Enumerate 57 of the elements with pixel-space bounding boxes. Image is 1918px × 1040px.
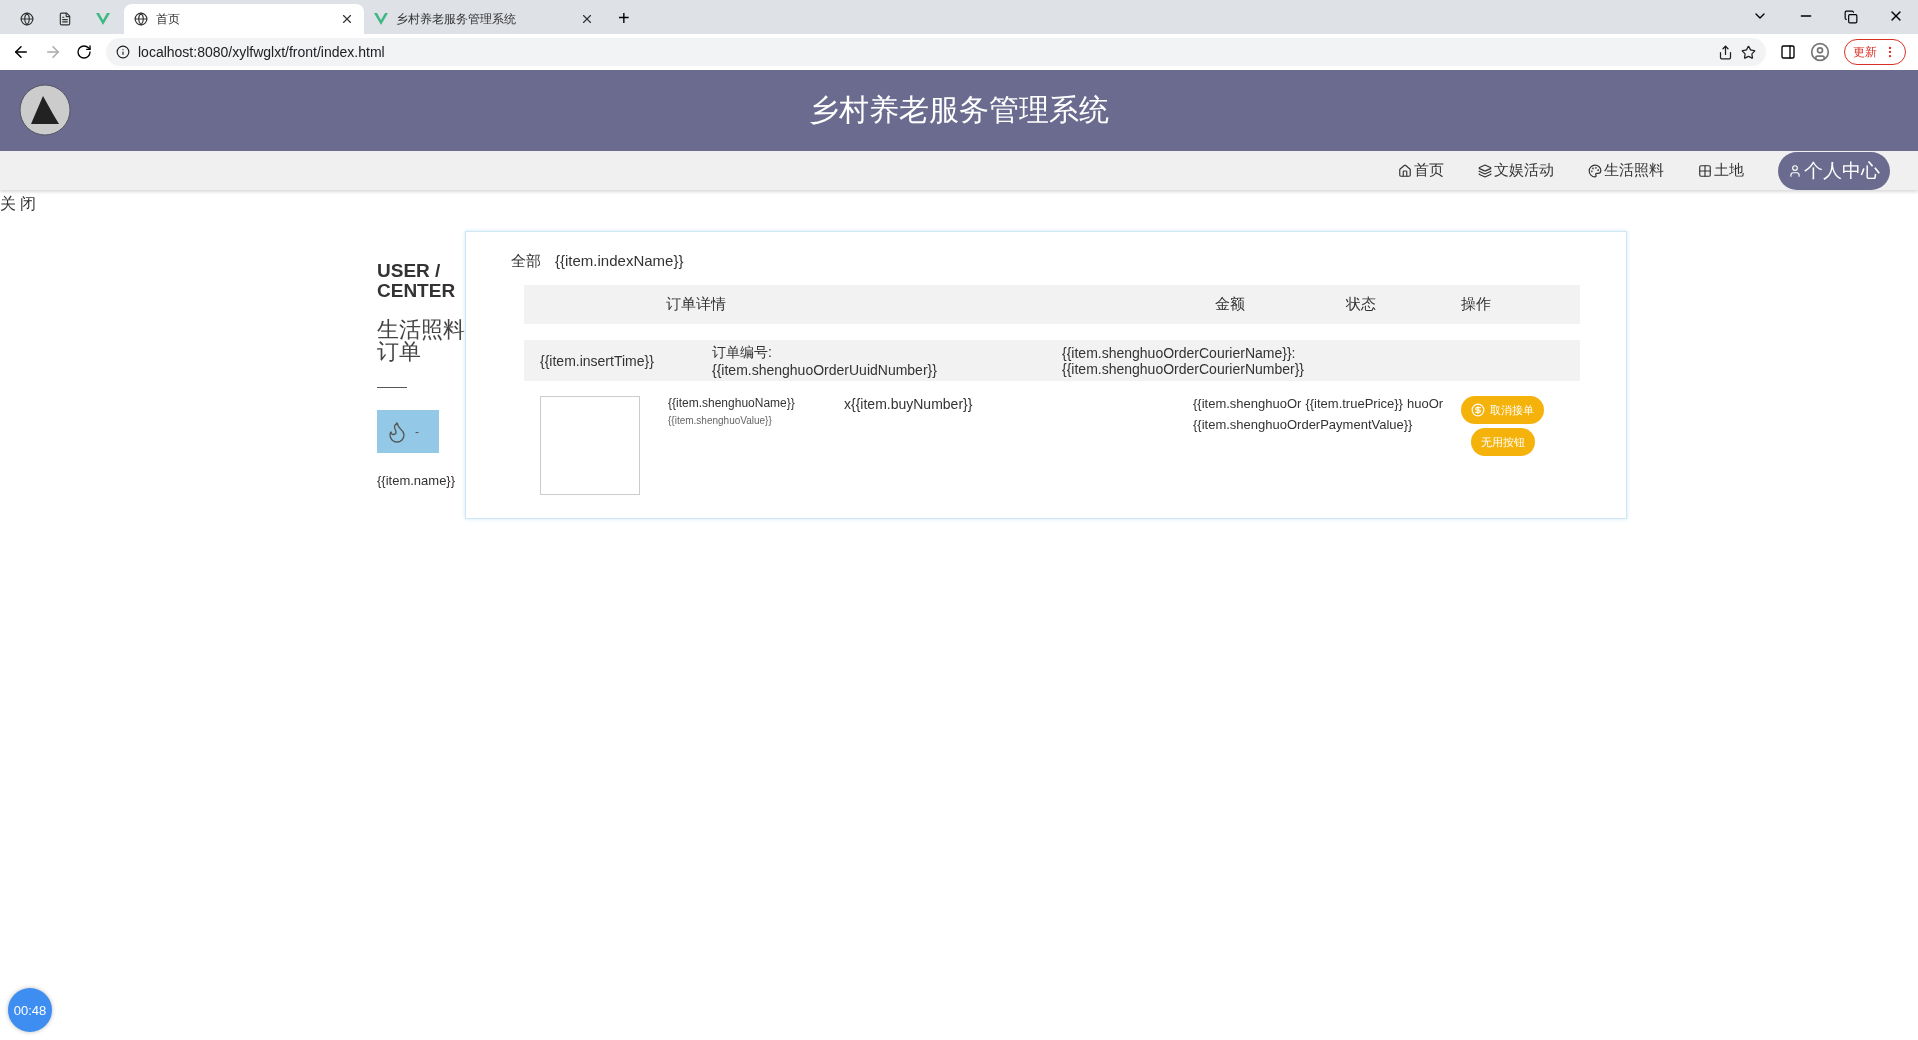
new-tab-button[interactable]: + bbox=[618, 7, 630, 30]
payment-value: {{item.shenghuoOrderPaymentValue}} bbox=[1193, 417, 1414, 432]
home-icon bbox=[1398, 163, 1412, 178]
product-name: {{item.shenghuoName}} bbox=[668, 396, 796, 410]
filter-tab[interactable]: {{item.indexName}} bbox=[555, 252, 684, 271]
site-title: 乡村养老服务管理系统 bbox=[809, 92, 1109, 128]
column-header: 金额 bbox=[1214, 295, 1246, 314]
layers-icon bbox=[1478, 163, 1492, 178]
order-number-label: 订单编号: bbox=[712, 343, 773, 362]
grid-icon bbox=[1698, 163, 1712, 178]
order-time: {{item.insertTime}} bbox=[540, 352, 655, 369]
reload-icon[interactable] bbox=[76, 44, 92, 60]
column-header: 操作 bbox=[1460, 295, 1492, 314]
v-logo-icon bbox=[374, 13, 388, 25]
close-link[interactable]: 关 闭 bbox=[0, 194, 37, 215]
profile-icon[interactable] bbox=[1810, 42, 1830, 62]
star-icon[interactable] bbox=[1741, 44, 1756, 60]
section-subtitle: 生活照料订单 bbox=[377, 319, 465, 363]
courier-number: {{item.shenghuoOrderCourierNumber}} bbox=[1062, 360, 1305, 377]
close-icon[interactable] bbox=[580, 12, 594, 26]
nav-link[interactable]: 首页 bbox=[1398, 161, 1444, 180]
info-icon[interactable] bbox=[116, 45, 130, 59]
nav-link[interactable]: 土地 bbox=[1698, 161, 1744, 180]
product-value: {{item.shenghuoValue}} bbox=[668, 415, 773, 426]
logo-icon bbox=[19, 84, 71, 136]
restore-icon[interactable] bbox=[1844, 10, 1858, 24]
user-icon bbox=[1788, 163, 1802, 178]
timer-badge: 00:48 bbox=[8, 988, 52, 1032]
amount: {{item.shenghuoOr bbox=[1193, 396, 1302, 411]
quantity: x{{item.buyNumber}} bbox=[844, 396, 974, 414]
back-icon[interactable] bbox=[12, 43, 30, 61]
globe-icon bbox=[134, 12, 148, 26]
palette-icon bbox=[1588, 163, 1602, 178]
column-header: 订单详情 bbox=[665, 295, 727, 314]
close-icon[interactable] bbox=[340, 12, 354, 26]
status: {{item.truePrice}} bbox=[1305, 396, 1403, 411]
update-button[interactable]: 更新 bbox=[1844, 39, 1906, 65]
nav-link[interactable]: 文娱活动 bbox=[1478, 161, 1554, 180]
status-fragment: huoOr bbox=[1406, 396, 1444, 411]
globe-icon bbox=[20, 12, 34, 26]
category-name: {{item.name}} bbox=[377, 473, 456, 488]
nav-link[interactable]: 个人中心 bbox=[1778, 151, 1890, 190]
section-title: USER / CENTER bbox=[377, 261, 457, 301]
browser-tab[interactable]: 首页 bbox=[124, 4, 364, 34]
column-header: 状态 bbox=[1345, 295, 1377, 314]
browser-tab[interactable]: 乡村养老服务管理系统 bbox=[364, 4, 604, 34]
side-panel-icon[interactable] bbox=[1780, 44, 1796, 60]
courier-name: {{item.shenghuoOrderCourierName}}: bbox=[1062, 344, 1297, 361]
category-tile[interactable]: - bbox=[377, 410, 439, 453]
share-icon[interactable] bbox=[1718, 44, 1733, 60]
order-number: {{item.shenghuoOrderUuidNumber}} bbox=[712, 361, 938, 378]
address-field[interactable]: localhost:8080/xylfwglxt/front/index.html bbox=[106, 38, 1766, 66]
coin-icon bbox=[1471, 403, 1485, 417]
page-icon bbox=[58, 12, 72, 26]
filter-tab[interactable]: 全部 bbox=[511, 252, 541, 271]
v-logo-icon bbox=[96, 13, 110, 25]
nav-link[interactable]: 生活照料 bbox=[1588, 161, 1664, 180]
